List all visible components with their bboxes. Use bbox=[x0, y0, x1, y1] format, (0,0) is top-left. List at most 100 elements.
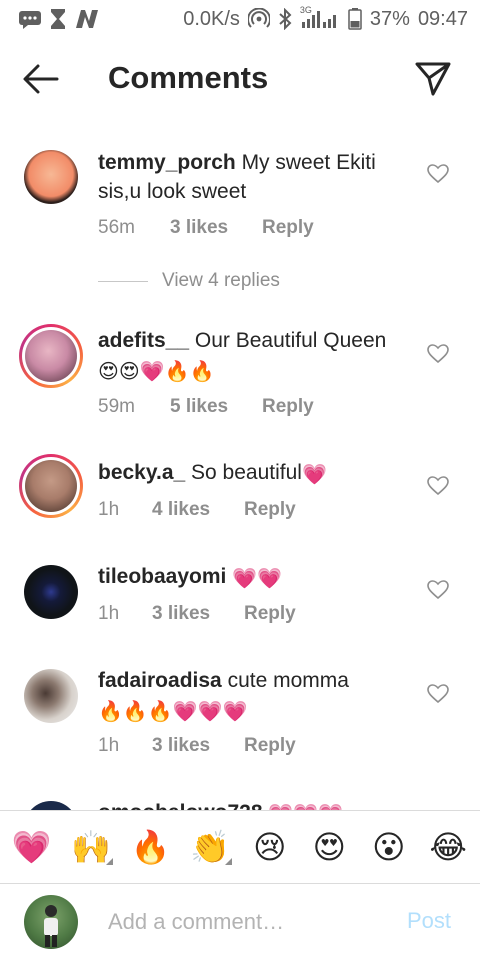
post-button[interactable]: Post bbox=[407, 908, 451, 934]
reply-button[interactable]: Reply bbox=[244, 499, 296, 521]
like-button[interactable] bbox=[427, 476, 449, 496]
view-replies-label: View 4 replies bbox=[162, 270, 280, 291]
signal-icon: 3G bbox=[300, 5, 340, 29]
comment-time: 1h bbox=[98, 735, 120, 756]
comment-username[interactable]: becky.a_ bbox=[98, 461, 185, 484]
comment-body: So beautiful bbox=[191, 461, 302, 484]
avatar-photo bbox=[25, 460, 77, 512]
comment-item: adefits__ Our Beautiful Queen 😍😍💗🔥🔥 59m 5… bbox=[0, 320, 480, 430]
avatar-inner bbox=[22, 327, 80, 385]
comment-time: 59m bbox=[98, 396, 135, 417]
reply-button[interactable]: Reply bbox=[262, 396, 314, 418]
comment-time: 1h bbox=[98, 603, 120, 624]
n-app-icon bbox=[74, 9, 100, 29]
comment-item: fadairoadisa cute momma 🔥🔥🔥💗💗💗 1h 3 likes… bbox=[0, 664, 480, 774]
comment-time: 1h bbox=[98, 499, 120, 520]
comment-likes[interactable]: 3 likes bbox=[152, 603, 244, 625]
status-bar: 0.0K/s 3G 37% 09:47 bbox=[0, 0, 480, 38]
comment-meta: 1h 3 likes Reply bbox=[98, 735, 296, 757]
comment-emojis: 😍😍💗🔥🔥 bbox=[98, 361, 215, 383]
avatar[interactable] bbox=[24, 565, 78, 619]
comment-username[interactable]: omoobalowo728 bbox=[98, 801, 263, 810]
emoji-fire-button[interactable]: 🔥 bbox=[127, 823, 175, 871]
comment-text: tileobaayomi 💗💗 bbox=[98, 562, 418, 594]
avatar[interactable] bbox=[19, 454, 83, 518]
back-button[interactable] bbox=[22, 62, 60, 96]
comment-likes[interactable]: 5 likes bbox=[170, 396, 262, 418]
comment-input[interactable] bbox=[108, 906, 388, 938]
heart-icon bbox=[427, 476, 449, 496]
network-speed: 0.0K/s bbox=[183, 7, 240, 30]
skin-tone-indicator bbox=[106, 858, 114, 865]
comment-username[interactable]: adefits__ bbox=[98, 329, 189, 352]
reply-button[interactable]: Reply bbox=[244, 603, 296, 625]
page-title: Comments bbox=[108, 60, 269, 95]
network-type: 3G bbox=[299, 5, 312, 15]
emoji-surprised-button[interactable]: 😮 bbox=[365, 823, 413, 871]
heart-icon bbox=[427, 344, 449, 364]
share-button[interactable] bbox=[413, 58, 453, 98]
reply-button[interactable]: Reply bbox=[244, 735, 296, 757]
avatar[interactable] bbox=[24, 801, 78, 810]
avatar[interactable] bbox=[24, 150, 78, 204]
comment-time: 56m bbox=[98, 217, 135, 238]
comment-text: adefits__ Our Beautiful Queen 😍😍💗🔥🔥 bbox=[98, 326, 418, 387]
comment-body: cute momma bbox=[227, 669, 349, 692]
header: Comments bbox=[0, 44, 480, 114]
back-arrow-icon bbox=[23, 64, 59, 94]
send-icon bbox=[415, 62, 451, 96]
comment-text: omoobalowo728 💗💗💗 bbox=[98, 798, 418, 810]
comment-item: becky.a_ So beautiful💗 1h 4 likes Reply bbox=[0, 450, 480, 540]
comment-meta: 59m 5 likes Reply bbox=[98, 396, 314, 418]
comment-meta: 56m 3 likes Reply bbox=[98, 217, 314, 239]
comment-composer: Post bbox=[0, 884, 480, 960]
like-button[interactable] bbox=[427, 580, 449, 600]
heart-icon bbox=[427, 164, 449, 184]
emoji-crying-button[interactable]: 😢 bbox=[246, 823, 294, 871]
comment-item: tileobaayomi 💗💗 1h 3 likes Reply bbox=[0, 560, 480, 650]
comment-meta: 1h 4 likes Reply bbox=[98, 499, 296, 521]
hourglass-icon bbox=[50, 8, 66, 30]
comment-likes[interactable]: 3 likes bbox=[170, 217, 262, 239]
comment-username[interactable]: temmy_porch bbox=[98, 151, 236, 174]
emoji-clap-button[interactable]: 👏 bbox=[186, 823, 234, 871]
status-bar-right: 0.0K/s 3G 37% 09:47 bbox=[183, 5, 468, 31]
view-replies-button[interactable]: View 4 replies bbox=[98, 270, 280, 292]
avatar-inner bbox=[22, 457, 80, 515]
emoji-raised-hands-button[interactable]: 🙌 bbox=[67, 823, 115, 871]
emoji-glyph: 👏 bbox=[190, 829, 231, 865]
comment-list[interactable]: temmy_porch My sweet Ekiti sis,u look sw… bbox=[0, 120, 480, 810]
heart-icon bbox=[427, 580, 449, 600]
comment-item: temmy_porch My sweet Ekiti sis,u look sw… bbox=[0, 120, 480, 270]
battery-percent: 37% bbox=[369, 7, 410, 30]
like-button[interactable] bbox=[427, 164, 449, 184]
bluetooth-icon bbox=[278, 8, 292, 30]
comment-item-partial: omoobalowo728 💗💗💗 bbox=[0, 796, 480, 810]
person-silhouette-icon bbox=[44, 905, 58, 947]
comment-likes[interactable]: 4 likes bbox=[152, 499, 244, 521]
like-button[interactable] bbox=[427, 684, 449, 704]
avatar[interactable] bbox=[19, 324, 83, 388]
comment-username[interactable]: fadairoadisa bbox=[98, 669, 222, 692]
comment-emojis: 💗💗💗 bbox=[268, 801, 343, 810]
comment-emojis: 🔥🔥🔥💗💗💗 bbox=[98, 701, 248, 723]
like-button[interactable] bbox=[427, 344, 449, 364]
emoji-heart-button[interactable]: 💗 bbox=[8, 823, 56, 871]
avatar-photo bbox=[25, 330, 77, 382]
message-icon bbox=[18, 9, 42, 29]
user-avatar bbox=[24, 895, 78, 949]
emoji-heart-eyes-button[interactable]: 😍 bbox=[305, 823, 353, 871]
emoji-glyph: 🙌 bbox=[71, 829, 112, 865]
avatar[interactable] bbox=[24, 669, 78, 723]
battery-icon bbox=[348, 8, 362, 30]
skin-tone-indicator bbox=[225, 858, 233, 865]
heart-icon bbox=[427, 684, 449, 704]
emoji-laughing-button[interactable]: 😂 bbox=[424, 823, 472, 871]
reply-button[interactable]: Reply bbox=[262, 217, 314, 239]
comment-likes[interactable]: 3 likes bbox=[152, 735, 244, 757]
divider-line bbox=[98, 280, 148, 282]
comment-username[interactable]: tileobaayomi bbox=[98, 565, 226, 588]
comment-emojis: 💗💗 bbox=[232, 568, 283, 590]
status-bar-left bbox=[18, 8, 100, 30]
comment-emojis: 💗 bbox=[301, 464, 327, 486]
